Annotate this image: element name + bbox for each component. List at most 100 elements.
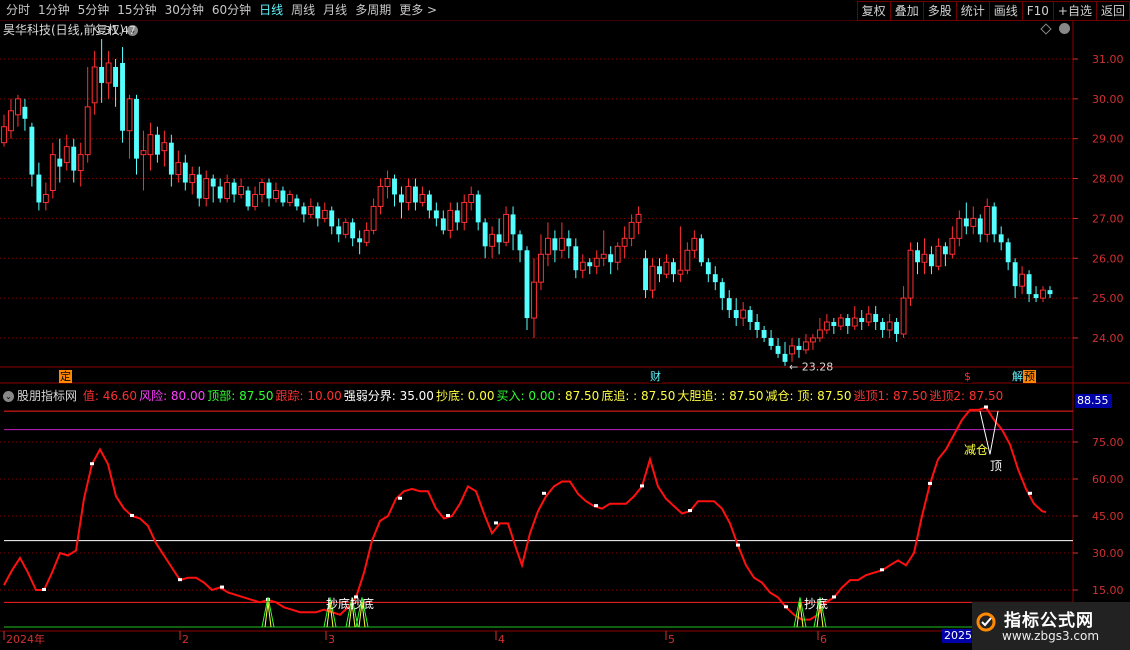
brand-url: www.zbgs3.com (1002, 629, 1100, 643)
candle-body (377, 186, 384, 207)
candle-body (231, 182, 237, 195)
candle-body (907, 249, 914, 299)
candle-body (900, 297, 907, 335)
candle-body (1012, 262, 1018, 287)
candle-body (635, 213, 642, 223)
indicator-tick-label: 15.00 (1092, 584, 1124, 597)
candle-body (573, 246, 579, 271)
candle-body (196, 174, 202, 199)
candle-body (280, 190, 286, 203)
indicator-param-6: 买入: 0.00 (496, 389, 556, 403)
price-tick-label: 28.00 (1092, 173, 1124, 186)
event-marker-2[interactable]: $ (963, 370, 972, 383)
candle-body (370, 205, 377, 231)
curve-marker (398, 496, 402, 500)
candle-body (880, 322, 886, 330)
candle-body (140, 150, 147, 156)
candle-body (217, 186, 223, 199)
indicator-tick-label: 60.00 (1092, 473, 1124, 486)
candle-body (1, 126, 7, 144)
candle-body (579, 261, 586, 271)
candle-body (747, 310, 753, 323)
candle-body (384, 178, 391, 188)
indicator-param-4: 强弱分界: 35.00 (343, 389, 434, 403)
event-marker-1[interactable]: 财 (649, 370, 662, 383)
candle-body (29, 126, 35, 175)
price-tick-label: 31.00 (1092, 53, 1124, 66)
candle-body (929, 254, 934, 267)
candle-body (698, 238, 704, 263)
candle-body (15, 98, 21, 116)
candle-body (182, 162, 188, 183)
price-tick-label: 25.00 (1092, 292, 1124, 305)
candle-body (977, 218, 983, 235)
current-value-badge: 88.55 (1075, 394, 1112, 408)
curve-marker (832, 595, 836, 599)
indicator-param-10: 减仓: 顶: 87.50 (765, 389, 852, 403)
candle-body (998, 234, 1004, 243)
indicator-tick-label: 45.00 (1092, 510, 1124, 523)
candle-body (816, 329, 823, 339)
candle-body (873, 314, 879, 323)
reduce-signal-label: 减仓 (964, 443, 988, 457)
candle-body (286, 193, 293, 203)
buy-signal-label: 抄底 (350, 596, 374, 611)
candle-body (105, 62, 112, 84)
candle-body (294, 198, 300, 207)
indicator-tick-label: 75.00 (1092, 436, 1124, 449)
candle-body (921, 253, 928, 263)
event-marker-0[interactable]: 定 (59, 370, 72, 383)
curve-marker (42, 588, 46, 592)
candle-body (91, 66, 98, 104)
max-price-label: ↖ 31.47 (92, 24, 136, 37)
candle-body (775, 345, 781, 354)
top-signal-label: 顶 (990, 459, 1002, 473)
candle-body (113, 66, 119, 87)
candle-body (440, 218, 446, 231)
candle-body (224, 182, 231, 199)
buy-signal-label: 抄底 (326, 596, 350, 611)
candle-body (823, 321, 830, 331)
candle-body (342, 221, 349, 235)
candle-body (71, 146, 77, 171)
chevron-down-icon[interactable]: ⌄ (3, 391, 14, 402)
candle-body (677, 269, 684, 275)
candle-body (447, 209, 454, 231)
brand-watermark[interactable]: 指标公式网 www.zbgs3.com (972, 602, 1130, 650)
date-label: 6 (820, 633, 827, 646)
candle-body (475, 194, 481, 223)
curve-marker (640, 484, 644, 488)
candle-body (608, 254, 614, 263)
candle-body (259, 182, 265, 195)
candle-body (768, 337, 774, 346)
candle-body (175, 162, 182, 176)
candle-body (510, 214, 516, 235)
candle-body (956, 217, 963, 239)
candle-body (984, 205, 991, 235)
buy-signal-label: 抄底 (804, 596, 828, 611)
candle-body (663, 261, 670, 275)
candle-body (552, 238, 558, 251)
candle-body (628, 221, 635, 239)
candle-body (935, 245, 942, 267)
curve-marker (178, 578, 182, 582)
candle-body (970, 217, 977, 227)
event-marker-4[interactable]: 预 (1023, 370, 1036, 383)
candle-body (915, 250, 920, 263)
candle-body (392, 178, 397, 195)
candle-body (1026, 274, 1032, 295)
candle-body (433, 210, 439, 219)
candle-body (670, 262, 676, 275)
candle-body (426, 194, 432, 211)
candle-body (733, 310, 739, 319)
indicator-name[interactable]: 股朋指标网 (17, 389, 77, 403)
curve-marker (220, 585, 224, 589)
candle-body (712, 274, 718, 283)
candle-body (865, 313, 872, 323)
candle-body (336, 226, 342, 235)
candle-body (782, 353, 788, 362)
price-tick-label: 30.00 (1092, 93, 1124, 106)
candle-body (42, 193, 49, 203)
indicator-param-7: : 87.50 (557, 389, 600, 403)
candle-body (84, 106, 91, 156)
